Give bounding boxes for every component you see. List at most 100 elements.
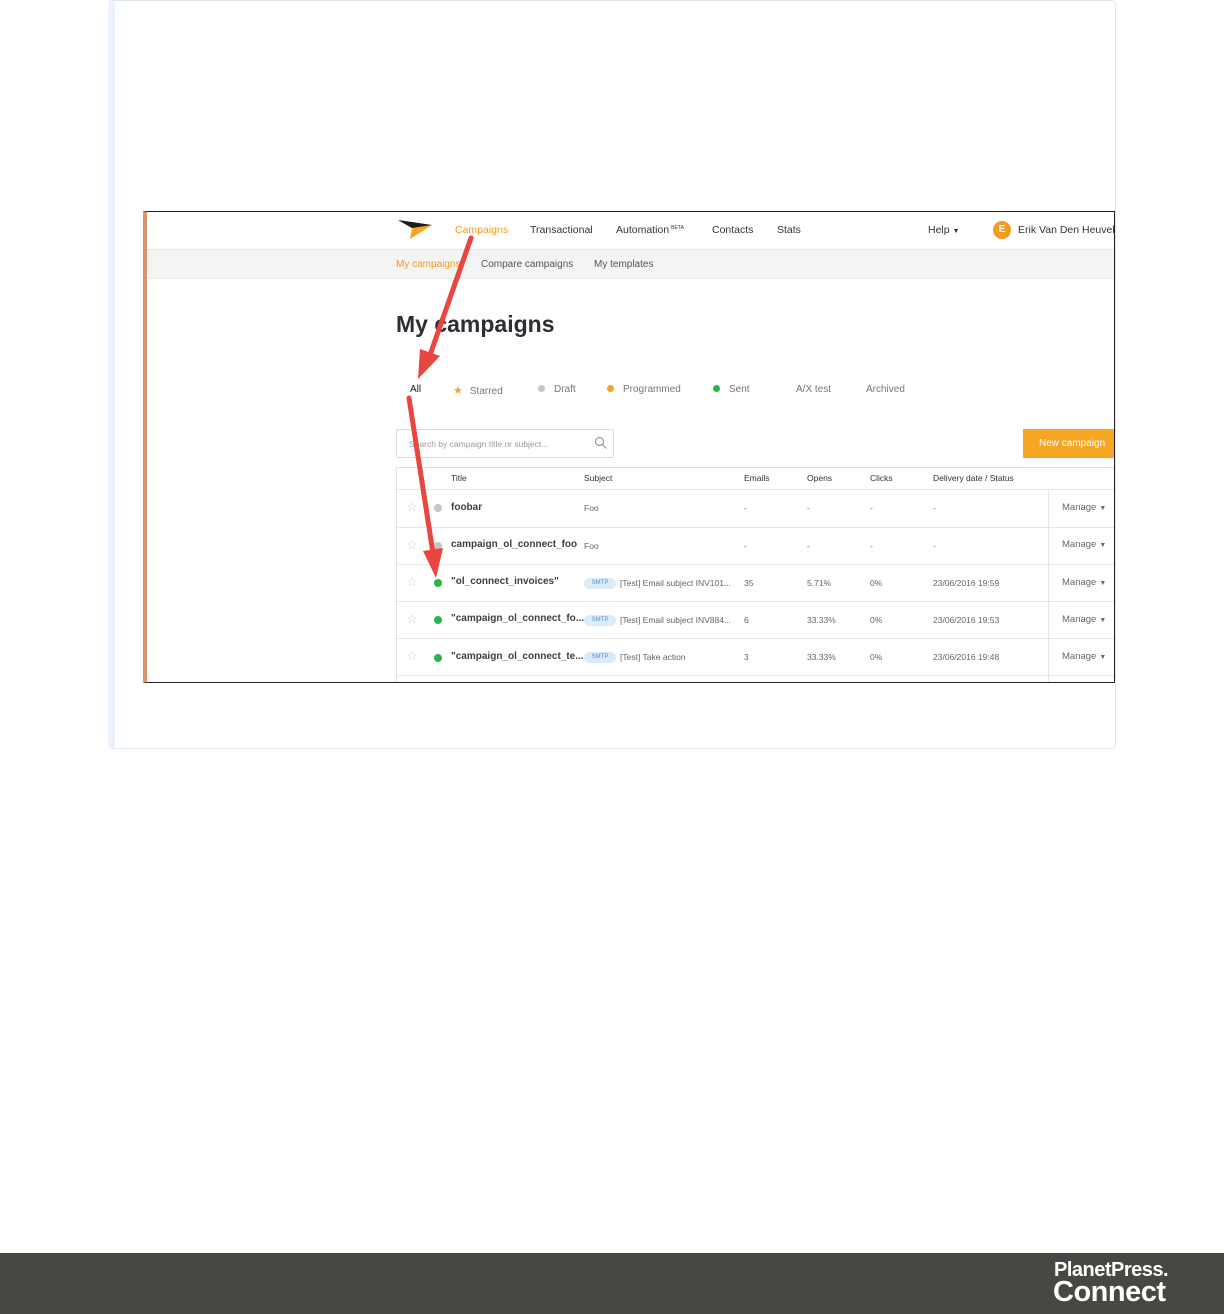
col-clicks[interactable]: Clicks [870, 473, 893, 483]
manage-label: Manage [1062, 651, 1097, 662]
nav-automation-label: Automation [616, 224, 670, 236]
campaign-emails: - [744, 503, 747, 513]
campaign-opens: 33.33% [807, 615, 836, 625]
campaign-date: - [933, 541, 936, 551]
campaign-clicks: - [870, 541, 873, 551]
sent-status-icon [434, 616, 442, 624]
help-label: Help [928, 224, 950, 236]
programmed-dot-icon [607, 385, 614, 392]
campaign-title[interactable]: foobar [451, 502, 482, 513]
star-icon[interactable]: ☆ [406, 500, 418, 513]
user-name[interactable]: Erik Van Den Heuvel [1018, 224, 1114, 236]
campaign-title[interactable]: campaign_ol_connect_foo [451, 539, 577, 550]
nav-campaigns[interactable]: Campaigns [455, 224, 508, 236]
sent-status-icon [434, 654, 442, 662]
campaign-emails: - [744, 541, 747, 551]
col-emails[interactable]: Emails [744, 473, 770, 483]
campaign-subject: Foo [584, 503, 599, 513]
col-delivery-status[interactable]: Delivery date / Status [933, 473, 1014, 483]
filter-draft-label: Draft [554, 384, 576, 395]
page-title: My campaigns [396, 311, 555, 337]
manage-dropdown[interactable]: Manage ▼ [1062, 577, 1106, 588]
filter-all[interactable]: All [410, 384, 421, 395]
row-divider [397, 489, 1114, 490]
col-opens[interactable]: Opens [807, 473, 832, 483]
chevron-down-icon: ▼ [1099, 542, 1107, 549]
campaign-emails: 6 [744, 615, 749, 625]
nav-transactional[interactable]: Transactional [530, 224, 593, 236]
campaign-clicks: - [870, 503, 873, 513]
sent-dot-icon [713, 385, 720, 392]
campaign-opens: 33.33% [807, 652, 836, 662]
manage-label: Manage [1062, 539, 1097, 550]
chevron-down-icon: ▼ [1099, 580, 1107, 587]
filter-sent[interactable]: Sent [713, 384, 750, 395]
nav-stats[interactable]: Stats [777, 224, 801, 236]
campaign-clicks: 0% [870, 615, 883, 625]
manage-dropdown[interactable]: Manage ▼ [1062, 614, 1106, 625]
manage-dropdown[interactable]: Manage ▼ [1062, 651, 1106, 662]
campaign-subject: [Test] Email subject INV884... [620, 615, 732, 625]
campaign-clicks: 0% [870, 578, 883, 588]
star-icon[interactable]: ☆ [406, 575, 418, 588]
campaign-subject: Foo [584, 541, 599, 551]
tab-my-campaigns[interactable]: My campaigns [396, 259, 460, 270]
row-divider [397, 564, 1114, 565]
brand-logo-line2: Connect [1053, 1276, 1166, 1308]
nav-contacts[interactable]: Contacts [712, 224, 753, 236]
screenshot-frame: Campaigns Transactional Automation BETA C… [143, 211, 1115, 683]
filter-programmed[interactable]: Programmed [607, 384, 681, 395]
search-box [396, 429, 614, 458]
campaign-date: - [933, 503, 936, 513]
row-divider [397, 675, 1114, 676]
sent-status-icon [434, 579, 442, 587]
star-icon[interactable]: ☆ [406, 612, 418, 625]
tab-my-templates[interactable]: My templates [594, 259, 653, 270]
column-divider [1048, 490, 1049, 682]
search-input[interactable] [409, 436, 579, 452]
new-campaign-button[interactable]: New campaign [1023, 429, 1114, 458]
nav-automation[interactable]: Automation BETA [616, 224, 684, 236]
campaign-clicks: 0% [870, 652, 883, 662]
filter-archived[interactable]: Archived [866, 384, 905, 395]
campaign-title[interactable]: "campaign_ol_connect_fo... [451, 613, 584, 624]
avatar[interactable]: E [993, 221, 1011, 239]
campaign-title[interactable]: "ol_connect_invoices" [451, 576, 559, 587]
app-logo-icon [398, 220, 432, 239]
row-divider [397, 601, 1114, 602]
filter-programmed-label: Programmed [623, 384, 681, 395]
tab-compare-campaigns[interactable]: Compare campaigns [481, 259, 573, 270]
row-divider [397, 527, 1114, 528]
manage-dropdown[interactable]: Manage ▼ [1062, 539, 1106, 550]
manage-dropdown[interactable]: Manage ▼ [1062, 502, 1106, 513]
manage-label: Manage [1062, 502, 1097, 513]
chevron-down-icon: ▼ [952, 228, 960, 235]
smtp-badge: SMTP [584, 652, 616, 663]
chevron-down-icon: ▼ [1099, 617, 1107, 624]
filter-ax-test[interactable]: A/X test [796, 384, 831, 395]
campaign-date: 23/06/2016 19:48 [933, 652, 1000, 662]
filter-draft[interactable]: Draft [538, 384, 576, 395]
filter-starred[interactable]: ★ Starred [453, 384, 503, 397]
chevron-down-icon: ▼ [1099, 505, 1107, 512]
help-menu[interactable]: Help ▼ [928, 224, 960, 236]
star-icon[interactable]: ☆ [406, 538, 418, 551]
search-icon[interactable] [594, 436, 608, 450]
campaign-date: 23/06/2016 19:53 [933, 615, 1000, 625]
campaign-date: 23/06/2016 19:59 [933, 578, 1000, 588]
col-title[interactable]: Title [451, 473, 467, 483]
filter-starred-label: Starred [469, 386, 503, 397]
col-subject[interactable]: Subject [584, 473, 612, 483]
campaign-opens: - [807, 503, 810, 513]
campaign-title[interactable]: "campaign_ol_connect_te... [451, 651, 584, 662]
campaign-subject: [Test] Take action [620, 652, 686, 662]
draft-dot-icon [538, 385, 545, 392]
campaign-emails: 3 [744, 652, 749, 662]
star-icon: ★ [453, 385, 463, 397]
footer-bar: PlanetPress. Connect [0, 1253, 1224, 1314]
star-icon[interactable]: ☆ [406, 649, 418, 662]
filter-sent-label: Sent [729, 384, 750, 395]
beta-badge: BETA [671, 224, 684, 231]
campaign-subject: [Test] Email subject INV101... [620, 578, 732, 588]
manage-label: Manage [1062, 577, 1097, 588]
